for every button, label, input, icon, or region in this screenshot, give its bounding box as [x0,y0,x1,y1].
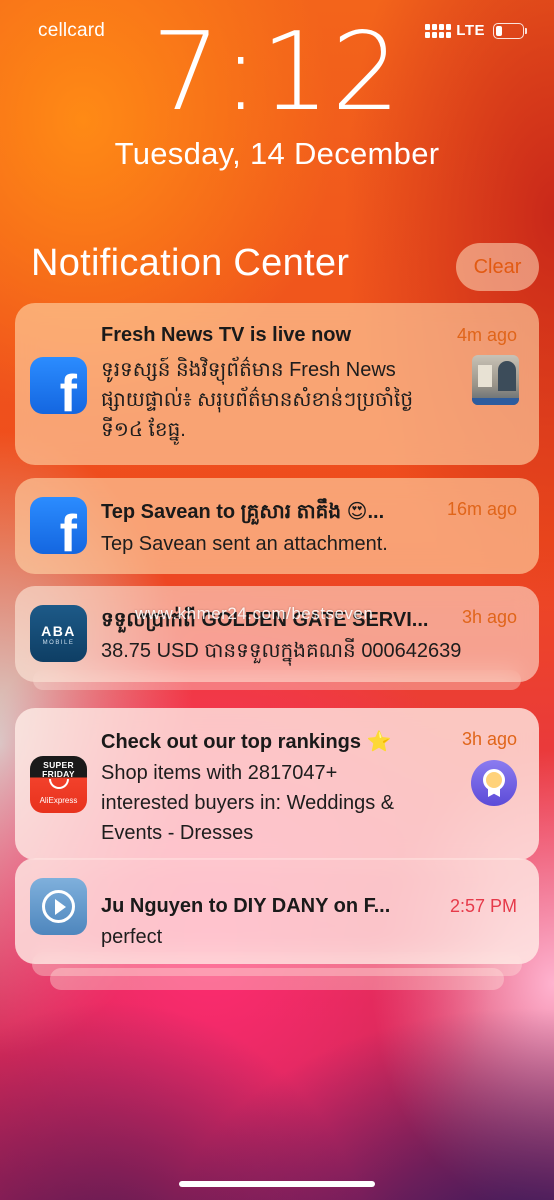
notification-card-fresh-news[interactable]: f Fresh News TV is live now 4m ago ទូរទស… [15,303,539,465]
notification-title: Fresh News TV is live now [101,324,352,346]
notification-center-title: Notification Center [31,242,350,284]
clear-button[interactable]: Clear [456,243,539,291]
notification-body: ទូរទស្សន៍ និងវិទ្យុព័ត៌មាន Fresh News ផ្… [101,359,414,441]
aliexpress-icon: SUPER FRIDAY AliExpress [30,756,87,813]
notification-body: Shop items with 2817047+ interested buye… [101,762,395,844]
notification-time: 16m ago [446,499,517,519]
notification-card-aliexpress[interactable]: SUPER FRIDAY AliExpress Check out our to… [15,708,539,860]
notification-title: Ju Nguyen to DIY DANY on F... [101,895,391,917]
notification-thumbnail [472,355,519,405]
home-indicator[interactable] [179,1181,375,1187]
notification-card-tep-savean[interactable]: f Tep Savean to គ្រួសារ តាគឹង 😍... 16m a… [15,478,539,574]
notification-body: perfect [101,926,163,948]
notification-time: 2:57 PM [449,896,517,916]
facebook-icon: f [30,497,87,554]
aba-mobile-icon: ABA MOBILE [30,605,87,662]
notification-time: 3h ago [461,607,517,627]
zalo-icon [30,878,87,935]
notification-time: 4m ago [456,325,517,345]
notification-title: Check out our top rankings ⭐ [101,731,392,753]
notification-body: Tep Savean sent an attachment. [101,533,388,555]
ranking-badge-icon [471,760,517,806]
notification-title: Tep Savean to គ្រួសារ តាគឹង 😍... [101,501,385,523]
facebook-icon: f [30,357,87,414]
notification-time: 3h ago [461,729,517,749]
lock-clock: 7:12 [151,10,403,135]
notification-body: 38.75 USD បានទទួលក្នុងគណនី 000642639 [101,640,462,662]
lock-date: Tuesday, 14 December [114,136,440,171]
notification-card-aba[interactable]: ABA MOBILE ទទួលប្រាក់ពី GOLDEN GATE SERV… [15,586,539,682]
watermark-text: www.khmer24.com/bestseven [135,604,374,623]
notification-card-zalo[interactable]: Ju Nguyen to DIY DANY on F... 2:57 PM pe… [15,858,539,964]
